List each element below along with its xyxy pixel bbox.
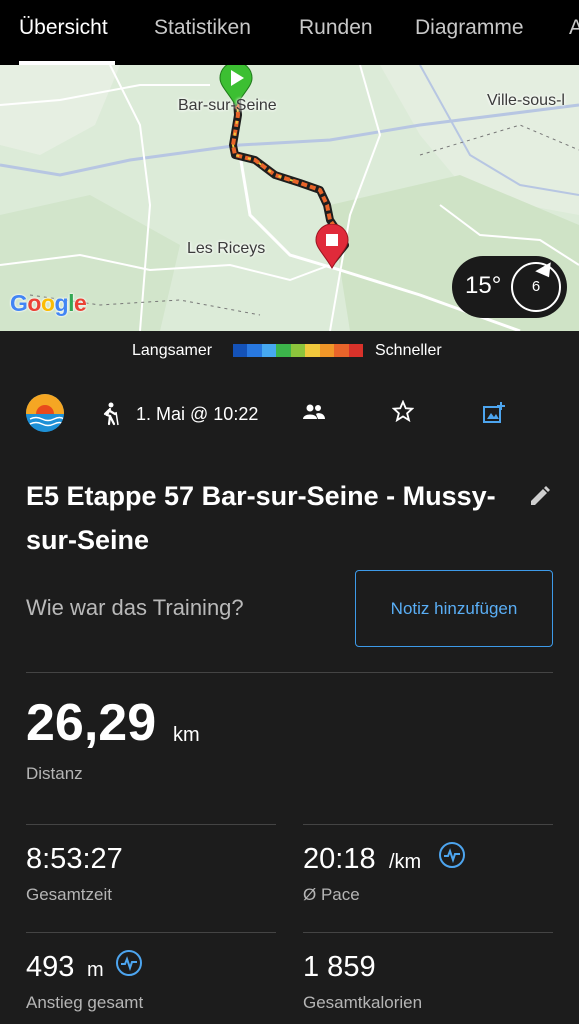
activity-title: E5 Etappe 57 Bar-sur-Seine - Mussy-sur-S…: [26, 481, 496, 555]
legend-color-segment: [348, 344, 363, 357]
legend-color-segment: [247, 344, 262, 357]
distance-unit: km: [173, 724, 200, 746]
legend-color-segment: [276, 344, 291, 357]
divider: [303, 932, 553, 933]
map-label-start-town: Bar-sur-Seine: [178, 97, 277, 114]
sunset-icon: [26, 394, 64, 432]
pace-value: 20:18: [303, 843, 376, 875]
tab-statistics[interactable]: Statistiken: [154, 16, 251, 40]
tab-laps[interactable]: Runden: [299, 16, 373, 40]
add-photo-icon[interactable]: [482, 401, 506, 430]
calories-value: 1 859: [303, 951, 376, 983]
divider: [26, 932, 276, 933]
map-label-town-right: Ville-sous-l: [487, 92, 565, 109]
divider: [26, 824, 276, 825]
weather-widget[interactable]: 15° 6: [452, 256, 567, 318]
ascent-value: 493: [26, 951, 75, 983]
training-question: Wie war das Training?: [26, 595, 244, 620]
legend-color-segment: [261, 344, 277, 357]
legend-slow-label: Langsamer: [132, 342, 213, 359]
legend-color-segment: [305, 344, 320, 357]
hiking-icon: [101, 402, 121, 432]
total-time-value: 8:53:27: [26, 843, 123, 875]
distance-value: 26,29: [26, 694, 157, 752]
end-marker-icon: [315, 224, 349, 270]
tab-charts[interactable]: Diagramme: [415, 16, 524, 40]
temperature: 15°: [465, 272, 502, 299]
legend-color-segment: [319, 344, 335, 357]
star-icon[interactable]: [391, 399, 415, 428]
tab-more[interactable]: A: [569, 16, 579, 40]
divider: [303, 824, 553, 825]
route-map[interactable]: Bar-sur-Seine Ville-sous-l Les Riceys Go…: [0, 65, 579, 331]
map-label-town-middle: Les Riceys: [187, 240, 266, 257]
add-note-button[interactable]: Notiz hinzufügen: [355, 570, 553, 647]
legend-color-segment: [290, 344, 306, 357]
ascent-label: Anstieg gesamt: [26, 993, 144, 1012]
ascent-graph-icon[interactable]: [116, 950, 142, 976]
pace-label: Ø Pace: [303, 885, 360, 904]
tab-bar: Übersicht Statistiken Runden Diagramme A: [0, 0, 579, 65]
pace-legend: Langsamer Schneller: [0, 331, 579, 371]
activity-info-row: 1. Mai @ 10:22: [0, 380, 579, 446]
activity-date: 1. Mai @ 10:22: [136, 404, 259, 424]
edit-icon[interactable]: [528, 484, 552, 513]
legend-color-segment: [233, 344, 248, 357]
tab-overview[interactable]: Übersicht: [19, 16, 108, 40]
total-time-label: Gesamtzeit: [26, 885, 112, 904]
divider: [26, 672, 553, 673]
distance-label: Distanz: [26, 764, 83, 783]
ascent-unit: m: [87, 959, 104, 981]
pace-graph-icon[interactable]: [439, 842, 465, 868]
pace-unit: /km: [389, 851, 422, 873]
legend-fast-label: Schneller: [375, 342, 442, 359]
wind-direction-icon: 6: [511, 262, 561, 312]
legend-color-segment: [334, 344, 349, 357]
people-icon[interactable]: [303, 404, 325, 425]
legend-color-bar: [233, 344, 363, 357]
wind-speed: 6: [531, 278, 541, 295]
calories-label: Gesamtkalorien: [303, 993, 423, 1012]
google-logo: Google: [10, 290, 87, 316]
